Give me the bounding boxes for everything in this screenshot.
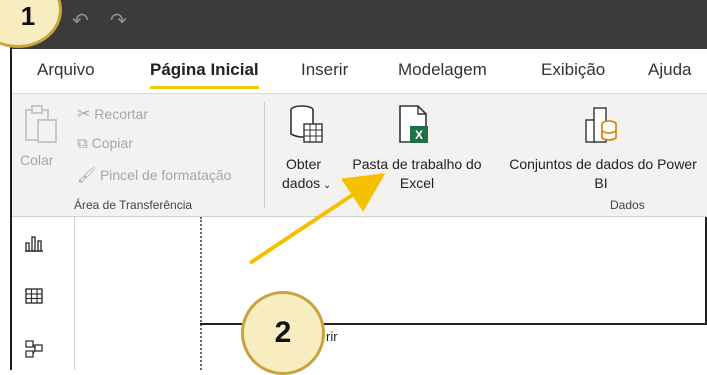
window-frame <box>10 0 707 370</box>
step-badge-1-label: 1 <box>20 0 36 31</box>
step-badge-2: 2 <box>241 291 325 375</box>
step-badge-2-label: 2 <box>274 316 292 349</box>
